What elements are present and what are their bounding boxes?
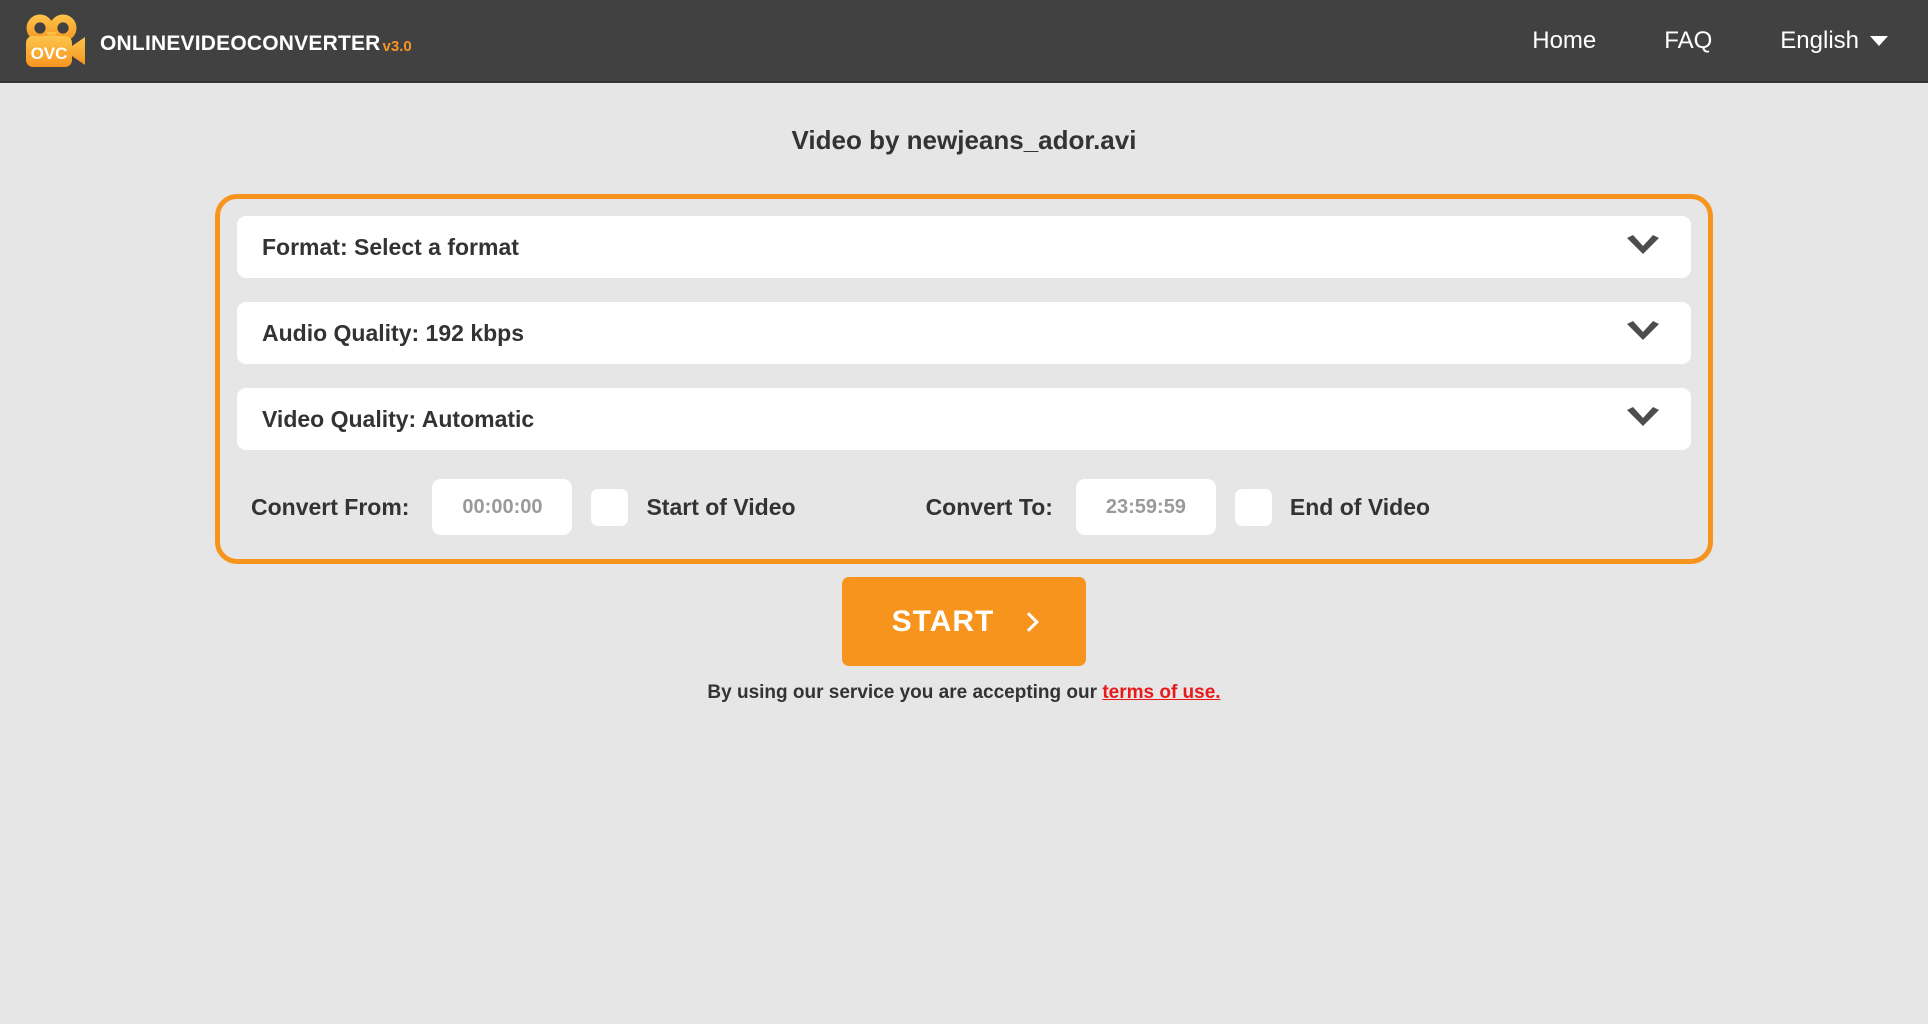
- start-button-label: START: [891, 604, 995, 638]
- chevron-down-icon: [1870, 35, 1888, 46]
- brand-wordmark-text: OnlineVideoConverter: [100, 23, 381, 57]
- chevron-down-icon: [1623, 234, 1663, 260]
- start-of-video-label[interactable]: Start of Video: [646, 494, 795, 521]
- main-content: Video by newjeans_ador.avi Format: Selec…: [0, 83, 1928, 704]
- video-quality-select-label: Video Quality: Automatic: [262, 405, 535, 432]
- convert-range-row: Convert From: Start of Video Convert To:…: [237, 472, 1691, 546]
- nav-item-language-label: English: [1780, 26, 1859, 54]
- terms-notice: By using our service you are accepting o…: [0, 682, 1928, 704]
- page-title: Video by newjeans_ador.avi: [791, 125, 1137, 155]
- convert-from-input[interactable]: [432, 479, 573, 535]
- start-of-video-checkbox[interactable]: [591, 488, 629, 526]
- convert-to-input[interactable]: [1075, 479, 1216, 535]
- terms-notice-text: By using our service you are accepting o…: [707, 682, 1103, 703]
- nav-item-language[interactable]: English: [1780, 27, 1888, 55]
- chevron-right-icon: [1019, 611, 1040, 632]
- start-button-container: START: [0, 577, 1928, 666]
- terms-of-use-link[interactable]: terms of use.: [1102, 682, 1220, 703]
- version-badge: v3.0: [382, 37, 412, 55]
- conversion-options-panel: Format: Select a format Audio Quality: 1…: [215, 194, 1713, 564]
- convert-to-label: Convert To:: [925, 493, 1053, 520]
- nav-item-home[interactable]: Home: [1532, 27, 1596, 55]
- brand-wordmark: OnlineVideoConverter v3.0: [100, 23, 412, 57]
- chevron-down-icon: [1623, 320, 1663, 346]
- svg-text:OVC: OVC: [31, 44, 68, 63]
- convert-from-label: Convert From:: [251, 493, 410, 520]
- end-of-video-label[interactable]: End of Video: [1290, 494, 1430, 521]
- chevron-down-icon: [1623, 406, 1663, 432]
- start-button[interactable]: START: [842, 577, 1086, 666]
- nav-item-faq[interactable]: FAQ: [1664, 27, 1712, 55]
- brand-logo-link[interactable]: OVC OnlineVideoConverter v3.0: [22, 12, 412, 70]
- nav-item-home-label: Home: [1532, 26, 1597, 54]
- format-select-label: Format: Select a format: [262, 233, 519, 260]
- video-camera-icon: OVC: [22, 12, 86, 70]
- video-quality-select[interactable]: Video Quality: Automatic: [237, 388, 1691, 450]
- audio-quality-select-label: Audio Quality: 192 kbps: [262, 319, 524, 346]
- nav-item-faq-label: FAQ: [1664, 26, 1713, 54]
- site-header: OVC OnlineVideoConverter v3.0 Home FAQ E…: [0, 0, 1928, 83]
- audio-quality-select[interactable]: Audio Quality: 192 kbps: [237, 302, 1691, 364]
- main-navigation: Home FAQ English: [1532, 27, 1928, 55]
- end-of-video-checkbox[interactable]: [1234, 488, 1272, 526]
- format-select[interactable]: Format: Select a format: [237, 216, 1691, 278]
